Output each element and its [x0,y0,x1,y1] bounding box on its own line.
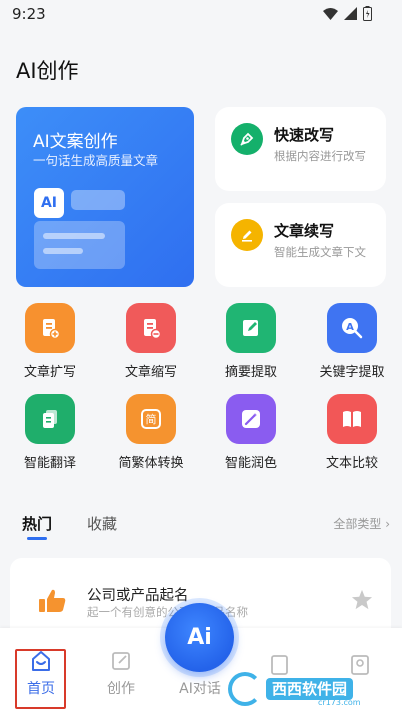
pen-nib-icon [231,123,263,155]
home-highlight-box [15,649,66,709]
svg-text:A: A [346,322,354,333]
tool-label: 文章扩写 [23,365,76,380]
decor-bar [71,190,125,210]
svg-text:简: 简 [146,412,157,426]
quick-rewrite-desc: 根据内容进行改写 [274,149,366,163]
list-item-title: 公司或产品起名 [87,588,189,604]
nav-create-label: 创作 [107,681,135,697]
tool-label: 文本比较 [325,456,378,471]
continue-writing-desc: 智能生成文章下文 [274,245,366,259]
watermark-c-icon [228,672,262,706]
continue-writing-title: 文章续写 [274,222,335,240]
tool-label: 摘要提取 [224,365,277,380]
star-icon[interactable] [351,589,373,610]
tool-polish[interactable]: 智能润色 [211,394,291,471]
search-a-icon: A [327,303,377,353]
ai-card-title: AI文案创作 [33,132,118,152]
tab-favorites[interactable]: 收藏 [87,513,117,534]
nav-ai-label: AI对话 [179,681,221,697]
tool-summary[interactable]: 摘要提取 [211,303,291,380]
status-time: 9:23 [12,5,46,23]
tab-bar: 热门 收藏 全部类型 › [0,510,402,540]
page-title: AI创作 [16,59,79,83]
tool-keywords[interactable]: A 关键字提取 [312,303,392,380]
tool-translate[interactable]: 智能翻译 [10,394,90,471]
ai-fab-button[interactable]: Ai [165,603,234,672]
pencil-icon [231,219,263,251]
decor-box [34,221,125,269]
watermark-text: 西西软件园 [266,678,354,700]
tool-abridge[interactable]: 文章缩写 [111,303,191,380]
doc-minus-icon [126,303,176,353]
tool-label: 智能翻译 [23,456,76,471]
battery-icon [363,6,372,21]
book-icon [327,394,377,444]
ai-copywriting-card[interactable]: AI文案创作 一句话生成高质量文章 AI [16,107,194,287]
thumbs-up-icon [39,589,66,612]
doc-plus-icon [25,303,75,353]
tab-underline [27,537,47,540]
watermark-logo: 西西软件园 cr173.com [228,668,392,710]
tool-label: 智能润色 [224,456,277,471]
continue-writing-card[interactable]: 文章续写 智能生成文章下文 [215,203,386,287]
signal-icon [344,7,357,20]
all-types-link[interactable]: 全部类型 › [333,515,390,532]
tool-label: 简繁体转换 [118,456,184,471]
tool-convert[interactable]: 简 简繁体转换 [111,394,191,471]
tool-label: 文章缩写 [124,365,177,380]
copy-doc-icon [25,394,75,444]
ai-card-subtitle: 一句话生成高质量文章 [33,153,159,168]
tab-hot[interactable]: 热门 [22,513,52,534]
magic-wand-icon [226,394,276,444]
tool-label: 关键字提取 [319,365,385,380]
quick-rewrite-card[interactable]: 快速改写 根据内容进行改写 [215,107,386,191]
quick-rewrite-title: 快速改写 [274,126,335,144]
tool-expand[interactable]: 文章扩写 [10,303,90,380]
nav-create[interactable]: 创作 [91,650,151,698]
status-icons [323,6,372,21]
ai-badge-icon: AI [34,188,64,218]
status-bar: 9:23 [0,0,402,30]
tool-compare[interactable]: 文本比较 [312,394,392,471]
note-edit-icon [226,303,276,353]
edit-icon [112,652,130,670]
convert-icon: 简 [126,394,176,444]
wifi-icon [323,7,338,20]
watermark-sub: cr173.com [318,698,361,707]
